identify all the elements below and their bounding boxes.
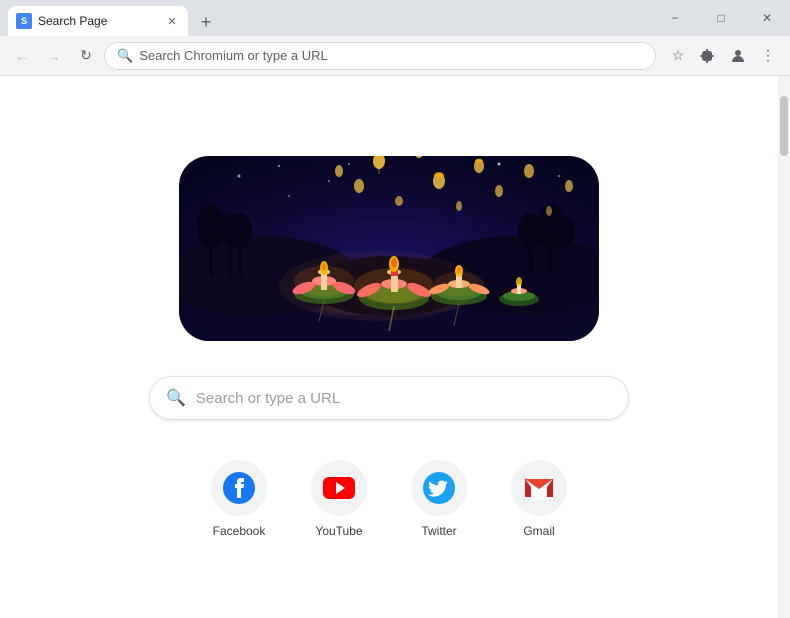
new-tab-button[interactable]: +	[192, 8, 220, 36]
gmail-icon-circle	[511, 460, 567, 516]
active-tab[interactable]: S Search Page ✕	[8, 6, 188, 36]
forward-button[interactable]: →	[40, 42, 68, 70]
tab-title: Search Page	[38, 14, 158, 28]
shortcut-youtube[interactable]: YouTube	[299, 460, 379, 538]
toolbar-actions: ☆ ⋮	[664, 42, 782, 70]
shortcut-twitter[interactable]: Twitter	[399, 460, 479, 538]
bookmark-button[interactable]: ☆	[664, 42, 692, 70]
title-bar: S Search Page ✕ + − □ ✕	[0, 0, 790, 36]
google-doodle[interactable]	[179, 136, 599, 346]
address-bar[interactable]: 🔍 Search Chromium or type a URL	[104, 42, 656, 70]
facebook-label: Facebook	[213, 524, 266, 538]
shortcut-facebook[interactable]: Facebook	[199, 460, 279, 538]
maximize-button[interactable]: □	[698, 0, 744, 36]
youtube-icon-circle	[311, 460, 367, 516]
address-text: Search Chromium or type a URL	[139, 48, 328, 63]
tab-strip: S Search Page ✕ +	[0, 0, 220, 36]
browser-toolbar: ← → ↻ 🔍 Search Chromium or type a URL ☆ …	[0, 36, 790, 76]
search-bar[interactable]: 🔍 Search or type a URL	[149, 376, 629, 420]
search-placeholder: Search or type a URL	[196, 390, 340, 407]
back-button[interactable]: ←	[8, 42, 36, 70]
menu-button[interactable]: ⋮	[754, 42, 782, 70]
facebook-icon-circle	[211, 460, 267, 516]
search-icon: 🔍	[117, 48, 133, 64]
twitter-label: Twitter	[421, 524, 456, 538]
browser-content: 🔍 Search or type a URL Facebook	[0, 76, 790, 618]
shortcut-gmail[interactable]: Gmail	[499, 460, 579, 538]
youtube-label: YouTube	[315, 524, 362, 538]
shortcuts-row: Facebook YouTube	[199, 460, 579, 538]
close-button[interactable]: ✕	[744, 0, 790, 36]
profile-button[interactable]	[724, 42, 752, 70]
tab-close-button[interactable]: ✕	[164, 13, 180, 29]
tab-favicon: S	[16, 13, 32, 29]
extension-button[interactable]	[694, 42, 722, 70]
scrollbar-thumb[interactable]	[780, 96, 788, 156]
search-magnifier-icon: 🔍	[166, 388, 186, 408]
reload-button[interactable]: ↻	[72, 42, 100, 70]
new-tab-page: 🔍 Search or type a URL Facebook	[0, 76, 778, 618]
minimize-button[interactable]: −	[652, 0, 698, 36]
twitter-icon-circle	[411, 460, 467, 516]
page-scrollbar[interactable]	[778, 76, 790, 618]
window-controls: − □ ✕	[652, 0, 790, 36]
gmail-label: Gmail	[523, 524, 554, 538]
